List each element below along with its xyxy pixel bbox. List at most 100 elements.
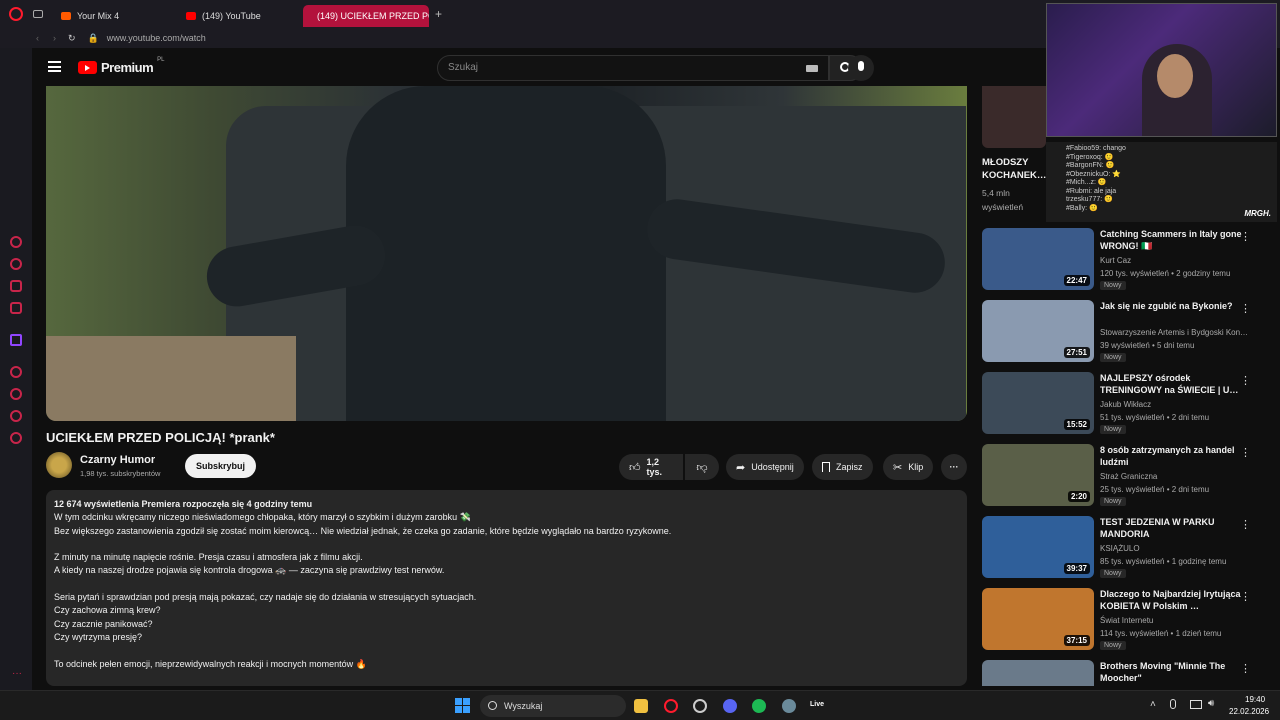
recommendation-channel[interactable]: Kurt Caz — [1100, 256, 1131, 265]
recommendation-thumbnail[interactable]: 2:20 — [982, 444, 1094, 506]
more-actions-button[interactable]: ··· — [941, 454, 967, 480]
workspaces-icon[interactable] — [33, 10, 43, 18]
opera-logo-icon[interactable] — [9, 7, 23, 21]
recommendation-thumbnail[interactable]: 22:47 — [982, 228, 1094, 290]
recommendation-title[interactable]: 8 osób zatrzymanych za handel ludźmi — [1100, 444, 1250, 468]
forward-icon[interactable]: › — [53, 33, 56, 43]
recommendation-channel[interactable]: Jakub Wikłacz — [1100, 400, 1151, 409]
more-vertical-icon[interactable]: ⋮ — [1240, 518, 1251, 531]
channel-name[interactable]: Czarny Humor — [80, 454, 155, 466]
recommendation-item[interactable]: 39:37 TEST JEDZENIA W PARKU MANDORIA KSIĄŻ… — [982, 516, 1280, 582]
recommendation-title[interactable]: TEST JEDZENIA W PARKU MANDORIA — [1100, 516, 1250, 540]
opera-taskbar-icon[interactable] — [664, 699, 678, 713]
youtube-logo[interactable]: Premium PL — [78, 57, 165, 75]
recommendation-thumbnail[interactable] — [982, 660, 1094, 686]
pinboard-icon[interactable] — [10, 410, 22, 422]
stream-watermark: MRGH. — [1244, 208, 1271, 218]
display-tray-icon[interactable] — [1190, 700, 1202, 709]
chat-lines: #Fabioo59: chango #Tigeroxoq: 🙂 #BargonFN:… — [1066, 145, 1257, 213]
messenger-icon[interactable] — [10, 258, 22, 270]
recommendation-thumbnail[interactable]: 39:37 — [982, 516, 1094, 578]
recommendation-item[interactable]: 2:20 8 osób zatrzymanych za handel ludźmi… — [982, 444, 1280, 510]
clip-button[interactable]: ✂ Klip — [883, 454, 934, 480]
description-line: Seria pytań i sprawdzian pod presją mają… — [54, 592, 477, 603]
more-vertical-icon[interactable]: ⋮ — [1240, 446, 1251, 459]
recommendation-thumbnail[interactable]: 37:15 — [982, 588, 1094, 650]
tab-current-video[interactable]: (149) UCIEKŁEM PRZED PO — [303, 4, 429, 27]
recommendation-channel[interactable]: Straż Graniczna — [1100, 472, 1157, 481]
app-icon[interactable] — [782, 699, 796, 713]
menu-icon[interactable] — [48, 61, 61, 72]
dislike-button[interactable]: 👎︎ — [685, 454, 719, 480]
settings-icon[interactable] — [10, 432, 22, 444]
description-box[interactable]: 12 674 wyświetlenia Premiera rozpoczęła … — [46, 490, 967, 686]
more-vertical-icon[interactable]: ⋮ — [1240, 662, 1251, 675]
share-button[interactable]: ➦ Udostępnij — [726, 454, 804, 480]
aria-icon[interactable] — [10, 236, 22, 248]
duration-badge: 27:51 — [1063, 347, 1090, 358]
spotify-icon[interactable] — [752, 699, 766, 713]
recommendation-thumbnail[interactable]: 27:51 — [982, 300, 1094, 362]
search-input[interactable]: Szukaj — [437, 55, 829, 81]
chat-icon[interactable] — [10, 280, 22, 292]
taskbar-search[interactable]: Wyszukaj — [480, 695, 626, 717]
recommendation-title[interactable]: Dlaczego to Najbardziej Irytująca KOBIET… — [1100, 588, 1250, 612]
app-icon[interactable] — [693, 699, 707, 713]
recommendation-channel[interactable]: KSIĄŻULO — [1100, 544, 1140, 553]
recommendation-title[interactable]: NAJLEPSZY ośrodek TRENINGOWY na ŚWIECIE … — [1100, 372, 1250, 396]
channel-avatar[interactable] — [46, 452, 72, 478]
live-app-icon[interactable]: Live — [810, 701, 824, 708]
voice-search-button[interactable] — [848, 55, 874, 81]
share-icon: ➦ — [736, 461, 746, 474]
recommendation-thumbnail[interactable]: 15:52 — [982, 372, 1094, 434]
url-field[interactable]: www.youtube.com/watch — [107, 33, 206, 43]
partial-meta: 5,4 mln — [982, 188, 1010, 198]
volume-tray-icon[interactable]: 🔊︎ — [1208, 698, 1214, 709]
recommendation-title[interactable]: Brothers Moving "Minnie The Moocher" — [1100, 660, 1250, 684]
more-icon[interactable]: ··· — [12, 668, 22, 679]
recommendation-channel[interactable]: Stowarzyszenie Artemis i Bydgoski Kon… — [1100, 328, 1248, 337]
file-explorer-icon[interactable] — [634, 699, 648, 713]
recommendation-meta: 85 tys. wyświetleń • 1 godzinę temu — [1100, 557, 1227, 566]
subscribe-button[interactable]: Subskrybuj — [185, 454, 257, 478]
discord-icon[interactable] — [723, 699, 737, 713]
tab-label: (149) YouTube — [202, 10, 261, 21]
more-vertical-icon[interactable]: ⋮ — [1240, 374, 1251, 387]
tray-chevron-icon[interactable]: ˄ — [1150, 699, 1156, 710]
clock-time[interactable]: 19:40 — [1245, 695, 1265, 704]
tab-youtube[interactable]: (149) YouTube — [178, 5, 303, 27]
history-icon[interactable] — [10, 388, 22, 400]
clock-date[interactable]: 22.02.2026 — [1229, 707, 1269, 716]
recommendation-item[interactable]: 22:47 Catching Scammers in Italy gone WRO… — [982, 228, 1280, 294]
recommendation-title[interactable]: Catching Scammers in Italy gone WRONG! 🇮… — [1100, 228, 1250, 252]
windows-start-icon[interactable] — [455, 698, 470, 713]
more-vertical-icon[interactable]: ⋮ — [1240, 230, 1251, 243]
video-player[interactable] — [46, 86, 967, 421]
new-badge: Nowy — [1100, 569, 1126, 578]
partial-recommendation[interactable]: MŁODSZY KOCHANEK… 5,4 mln wyświetleń — [982, 86, 1052, 226]
like-button[interactable]: 👍︎ 1,2 tys. — [619, 454, 683, 480]
recommendation-item[interactable]: Brothers Moving "Minnie The Moocher" ⋮ — [982, 660, 1280, 686]
instagram-icon[interactable] — [10, 302, 22, 314]
keyboard-icon[interactable] — [806, 65, 818, 72]
new-badge: Nowy — [1100, 281, 1126, 290]
save-button[interactable]: Zapisz — [812, 454, 873, 480]
new-badge: Nowy — [1100, 425, 1126, 434]
twitch-icon[interactable] — [10, 334, 22, 346]
microphone-tray-icon[interactable] — [1170, 699, 1176, 709]
reload-icon[interactable]: ↻ — [68, 33, 76, 44]
tab-your-mix[interactable]: Your Mix 4 — [53, 5, 178, 27]
new-tab-button[interactable]: + — [435, 7, 442, 21]
more-vertical-icon[interactable]: ⋮ — [1240, 590, 1251, 603]
recommendation-item[interactable]: 15:52 NAJLEPSZY ośrodek TRENINGOWY na ŚWI… — [982, 372, 1280, 438]
recommendation-item[interactable]: 27:51 Jak się nie zgubić na Bykonie? Stowa… — [982, 300, 1280, 366]
more-vertical-icon[interactable]: ⋮ — [1240, 302, 1251, 315]
youtube-music-icon — [61, 11, 71, 20]
logo-country: PL — [157, 57, 165, 63]
back-icon[interactable]: ‹ — [36, 33, 39, 43]
recommendation-item[interactable]: 37:15 Dlaczego to Najbardziej Irytująca K… — [982, 588, 1280, 654]
recommendation-channel[interactable]: Świat Internetu — [1100, 616, 1153, 625]
recommendation-title[interactable]: Jak się nie zgubić na Bykonie? — [1100, 300, 1250, 312]
partial-title: MŁODSZY KOCHANEK… — [982, 157, 1047, 181]
player-icon[interactable] — [10, 366, 22, 378]
